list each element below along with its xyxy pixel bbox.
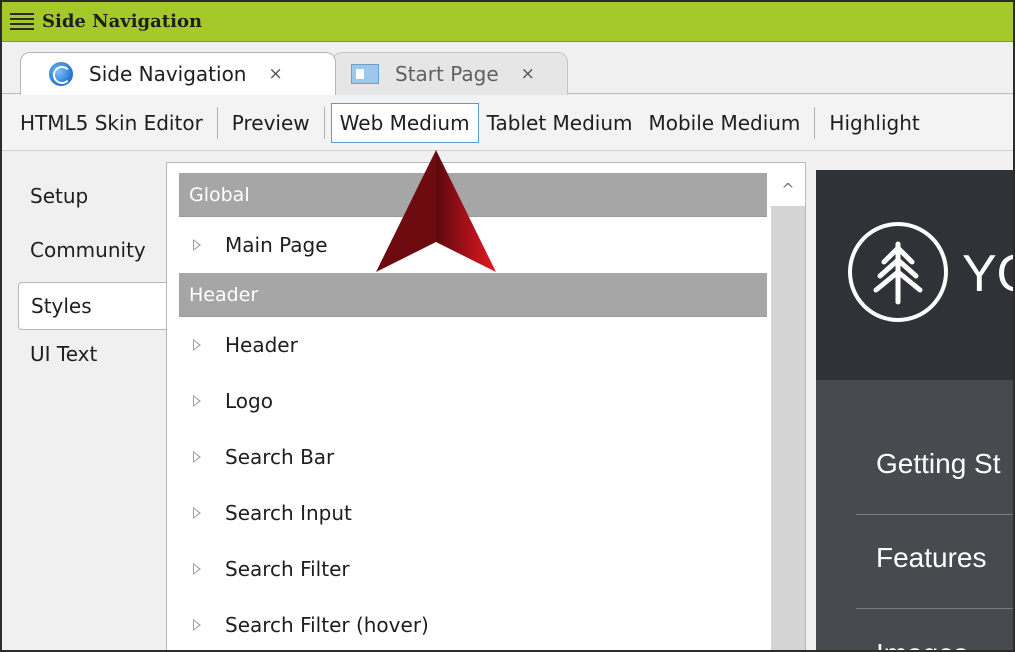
- toolbar-tablet-medium-button[interactable]: Tablet Medium: [479, 103, 641, 143]
- hamburger-menu-icon[interactable]: [10, 12, 34, 31]
- list-item-label: Main Page: [225, 233, 328, 257]
- toolbar-divider: [814, 106, 816, 139]
- expand-triangle-icon[interactable]: [193, 619, 201, 631]
- preview-logo-text: YO: [962, 245, 1013, 303]
- tab-label: Start Page: [395, 62, 499, 86]
- tab-start-page[interactable]: Start Page ×: [332, 52, 568, 95]
- preview-header: YO: [816, 170, 1013, 380]
- list-item-label: Search Filter (hover): [225, 613, 429, 637]
- toolbar-divider: [216, 106, 218, 139]
- pointer-arrow-icon: [376, 150, 496, 272]
- list-item-label: Logo: [225, 389, 273, 413]
- toolbar-web-medium-button[interactable]: Web Medium: [330, 102, 479, 143]
- list-item[interactable]: Logo: [179, 373, 767, 429]
- expand-triangle-icon[interactable]: [193, 395, 201, 407]
- preview-nav-divider: [856, 608, 1013, 609]
- preview-nav-item: Getting St: [876, 448, 1001, 479]
- tab-label: Side Navigation: [89, 62, 247, 86]
- tab-side-navigation[interactable]: Side Navigation ×: [20, 52, 336, 95]
- tree-logo-icon: [848, 222, 948, 322]
- list-item[interactable]: Search Input: [179, 485, 767, 541]
- sidebar-item-setup[interactable]: Setup: [30, 184, 88, 208]
- close-icon[interactable]: ×: [268, 64, 282, 84]
- toolbar-mobile-medium-button[interactable]: Mobile Medium: [640, 103, 808, 143]
- sidebar-item-ui-text[interactable]: UI Text: [30, 342, 97, 366]
- title-bar: Side Navigation: [2, 2, 1013, 42]
- page-icon: [351, 64, 379, 84]
- toolbar-preview-button[interactable]: Preview: [224, 103, 318, 143]
- list-item[interactable]: Header: [179, 317, 767, 373]
- window-title: Side Navigation: [42, 11, 203, 32]
- expand-triangle-icon[interactable]: [193, 339, 201, 351]
- preview-nav-item: Features: [876, 542, 987, 573]
- skin-editor-side-tabs: Setup Community Styles UI Text: [2, 152, 170, 650]
- scroll-up-arrow-icon[interactable]: ^: [771, 173, 805, 207]
- list-item-label: Search Bar: [225, 445, 335, 469]
- vertical-scrollbar[interactable]: ^: [771, 173, 805, 650]
- toolbar-highlight-button[interactable]: Highlight: [821, 103, 927, 143]
- preview-nav-divider: [856, 514, 1013, 515]
- expand-triangle-icon[interactable]: [193, 563, 201, 575]
- editor-toolbar: HTML5 Skin Editor Preview Web Medium Tab…: [2, 95, 1013, 151]
- list-item[interactable]: Search Filter: [179, 541, 767, 597]
- app-window: Side Navigation Start Page × Side Naviga…: [0, 0, 1015, 652]
- list-item[interactable]: Search Filter (hover): [179, 597, 767, 650]
- preview-nav-item: Images: [876, 638, 968, 650]
- skin-preview-pane: YO Getting St Features Images: [816, 170, 1013, 650]
- list-item-label: Search Filter: [225, 557, 350, 581]
- document-tab-strip: Start Page × Side Navigation ×: [2, 42, 1013, 95]
- list-item[interactable]: Search Bar: [179, 429, 767, 485]
- toolbar-divider: [323, 106, 325, 139]
- list-item-label: Search Input: [225, 501, 352, 525]
- globe-icon: [49, 62, 73, 86]
- sidebar-item-styles[interactable]: Styles: [18, 282, 170, 330]
- toolbar-html5-skin-editor[interactable]: HTML5 Skin Editor: [2, 103, 211, 143]
- expand-triangle-icon[interactable]: [193, 239, 201, 251]
- expand-triangle-icon[interactable]: [193, 507, 201, 519]
- sidebar-item-community[interactable]: Community: [30, 238, 146, 262]
- expand-triangle-icon[interactable]: [193, 451, 201, 463]
- close-icon[interactable]: ×: [521, 64, 535, 84]
- list-item-label: Header: [225, 333, 298, 357]
